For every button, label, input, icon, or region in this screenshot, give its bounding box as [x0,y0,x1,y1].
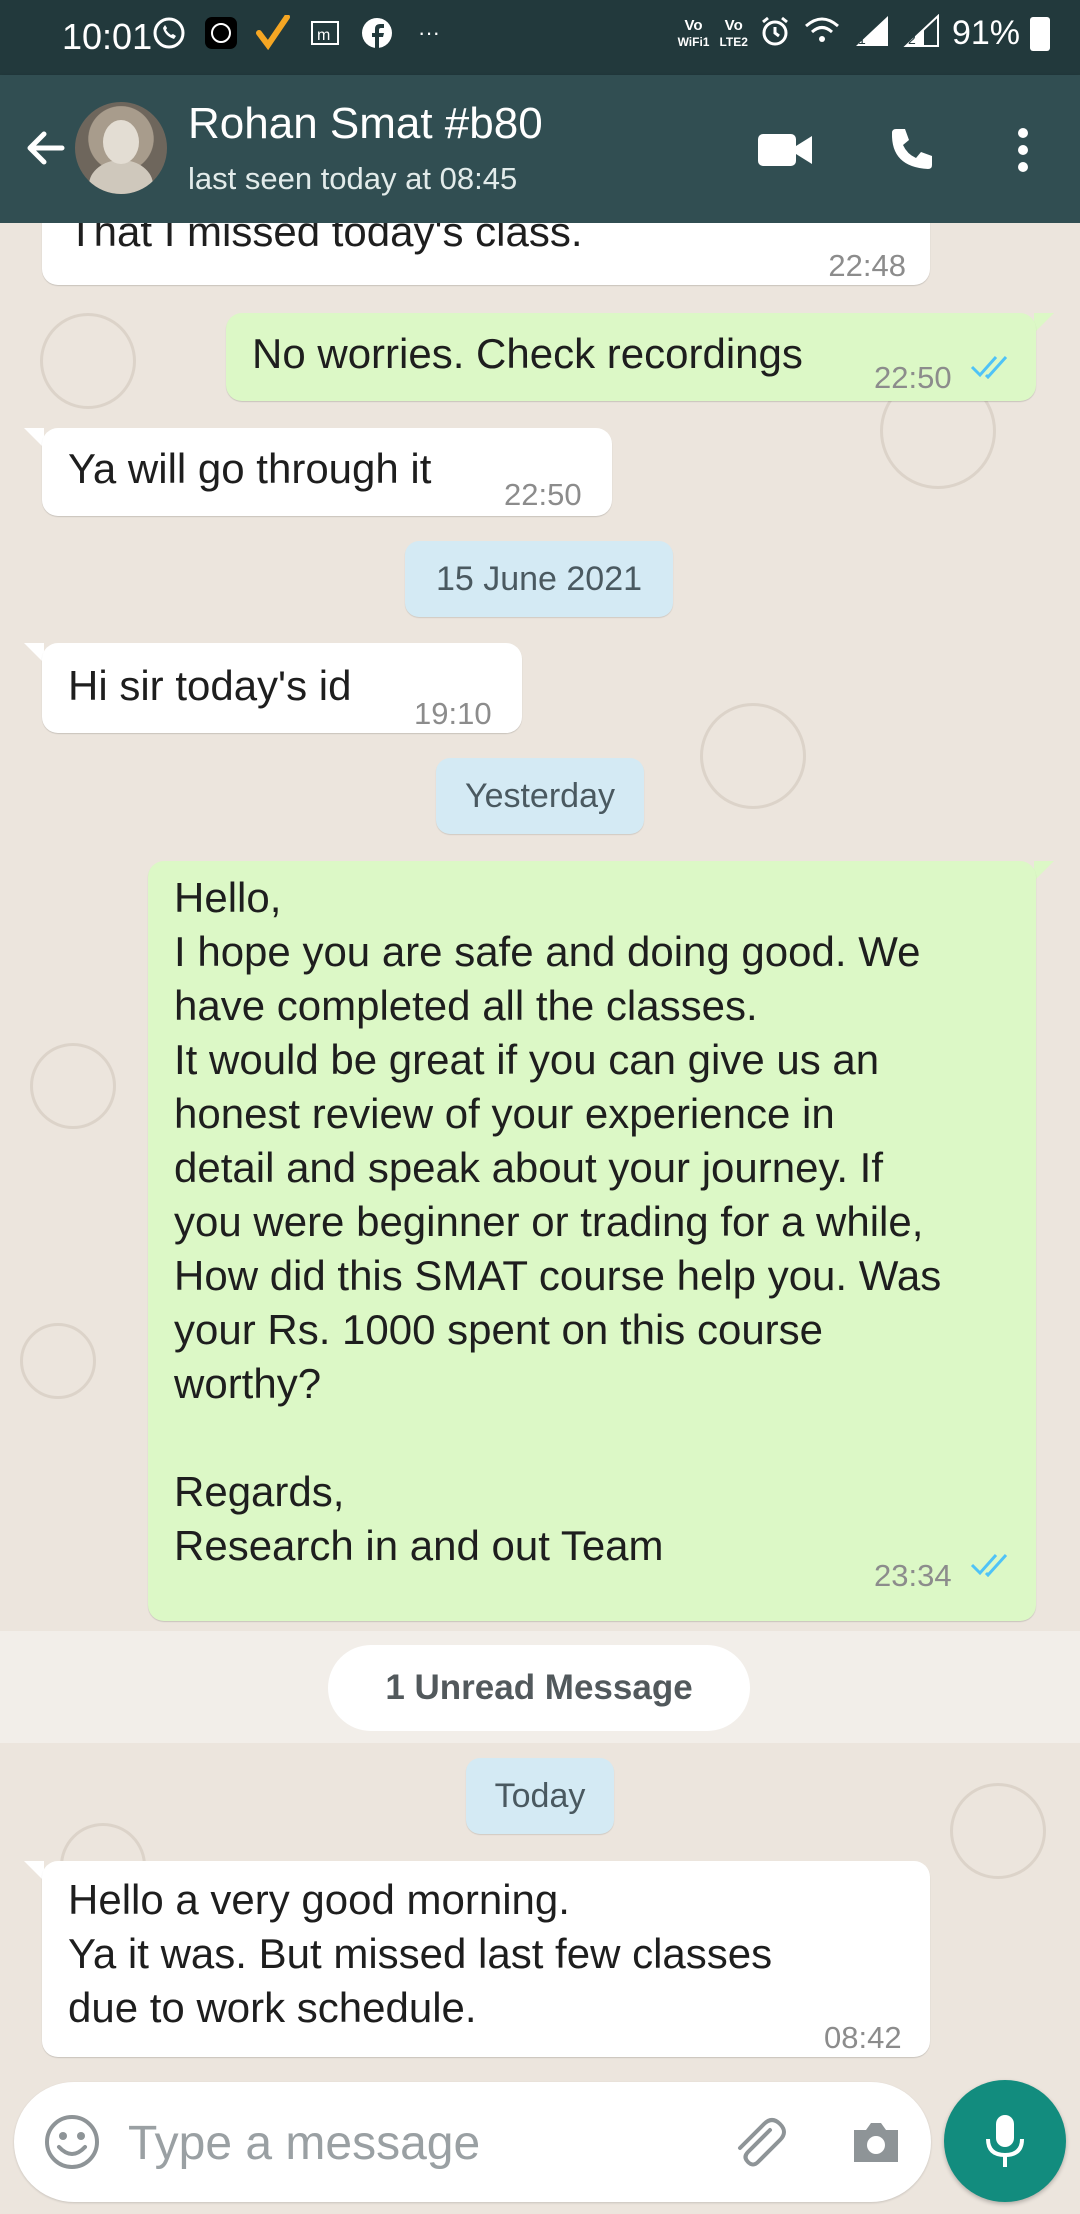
message-time: 23:34 [874,1558,952,1593]
message-text: Hello a very good morning. Ya it was. Bu… [68,1876,773,2031]
date-divider: Today [466,1758,614,1834]
contact-name[interactable]: Rohan Smat #b80 [188,99,543,149]
bubble-tail [24,428,44,448]
wallpaper-doodle [20,1323,96,1399]
chat-header: Rohan Smat #b80 last seen today at 08:45 [0,75,1080,223]
alarm-icon [758,14,792,53]
camera-icon[interactable] [846,2112,906,2172]
more-options-icon[interactable] [988,115,1058,185]
battery-icon [1030,16,1050,51]
message-list[interactable]: That I missed today's class. 22:48 No wo… [0,223,1080,2080]
emoji-icon[interactable] [42,2112,102,2172]
message-time: 19:10 [414,696,492,731]
message-time: 22:48 [828,248,906,283]
volte-lte-indicator: Vo LTE2 [719,16,748,49]
signal-sim1-icon: 1 [852,14,892,53]
m-icon: m [306,14,344,52]
whatsapp-icon [150,14,188,52]
message-input[interactable] [126,2106,690,2180]
wallpaper-doodle [40,313,136,409]
outgoing-message[interactable]: Hello, I hope you are safe and doing goo… [148,861,1036,1621]
message-time: 08:42 [824,2020,902,2055]
unread-message-label: 1 Unread Message [328,1645,750,1731]
notification-icons: m ··· [150,14,448,52]
microphone-icon [986,2115,1024,2167]
bubble-tail [1034,861,1054,881]
read-receipt-icon [970,1553,1008,1577]
bubble-tail [24,643,44,663]
incoming-message[interactable]: Ya will go through it 22:50 [42,428,612,516]
svg-text:2: 2 [908,31,916,47]
date-divider: Yesterday [436,758,644,834]
message-text: Ya will go through it [68,445,432,492]
volte-wifi-indicator: Vo WiFi1 [677,16,710,49]
message-text: Hello, I hope you are safe and doing goo… [174,874,942,1569]
last-seen-status[interactable]: last seen today at 08:45 [188,161,517,197]
incoming-message[interactable]: Hi sir today's id 19:10 [42,643,522,733]
message-composer [14,2082,931,2202]
battery-percentage: 91% [951,14,1020,52]
wallpaper-doodle [30,1043,116,1129]
outgoing-message[interactable]: No worries. Check recordings 22:50 [226,313,1036,401]
system-icons: Vo WiFi1 Vo LTE2 1 2 91% [677,13,1050,53]
message-time: 22:50 [504,477,582,512]
back-arrow-icon[interactable] [20,123,70,173]
message-text: Hi sir today's id [68,662,352,709]
message-text: No worries. Check recordings [252,330,803,377]
zee5-icon [202,14,240,52]
bubble-tail [24,1861,44,1881]
status-bar: 10:01 m ··· Vo WiFi1 Vo LTE2 1 2 91% [0,0,1080,75]
message-time: 22:50 [874,360,952,395]
check-app-icon [254,14,292,52]
video-call-icon[interactable] [750,115,820,185]
read-receipt-icon [970,355,1008,379]
unread-divider: 1 Unread Message [0,1631,1080,1743]
bubble-tail [1034,313,1054,333]
svg-text:m: m [317,27,330,44]
voice-call-icon[interactable] [876,115,946,185]
facebook-icon [358,14,396,52]
wifi-icon [802,14,842,53]
message-text: That I missed today's class. [68,223,583,255]
status-time: 10:01 [62,16,153,57]
voice-message-button[interactable] [944,2080,1066,2202]
avatar[interactable] [75,102,167,194]
more-notifications-icon: ··· [418,20,440,45]
attachment-paperclip-icon[interactable] [726,2110,790,2174]
signal-sim2-icon: 2 [902,13,942,53]
wallpaper-doodle [700,703,806,809]
svg-text:1: 1 [858,31,866,47]
date-divider: 15 June 2021 [405,541,673,617]
incoming-message[interactable]: Hello a very good morning. Ya it was. Bu… [42,1861,930,2057]
wallpaper-doodle [950,1783,1046,1879]
incoming-message[interactable]: That I missed today's class. 22:48 [42,223,930,285]
